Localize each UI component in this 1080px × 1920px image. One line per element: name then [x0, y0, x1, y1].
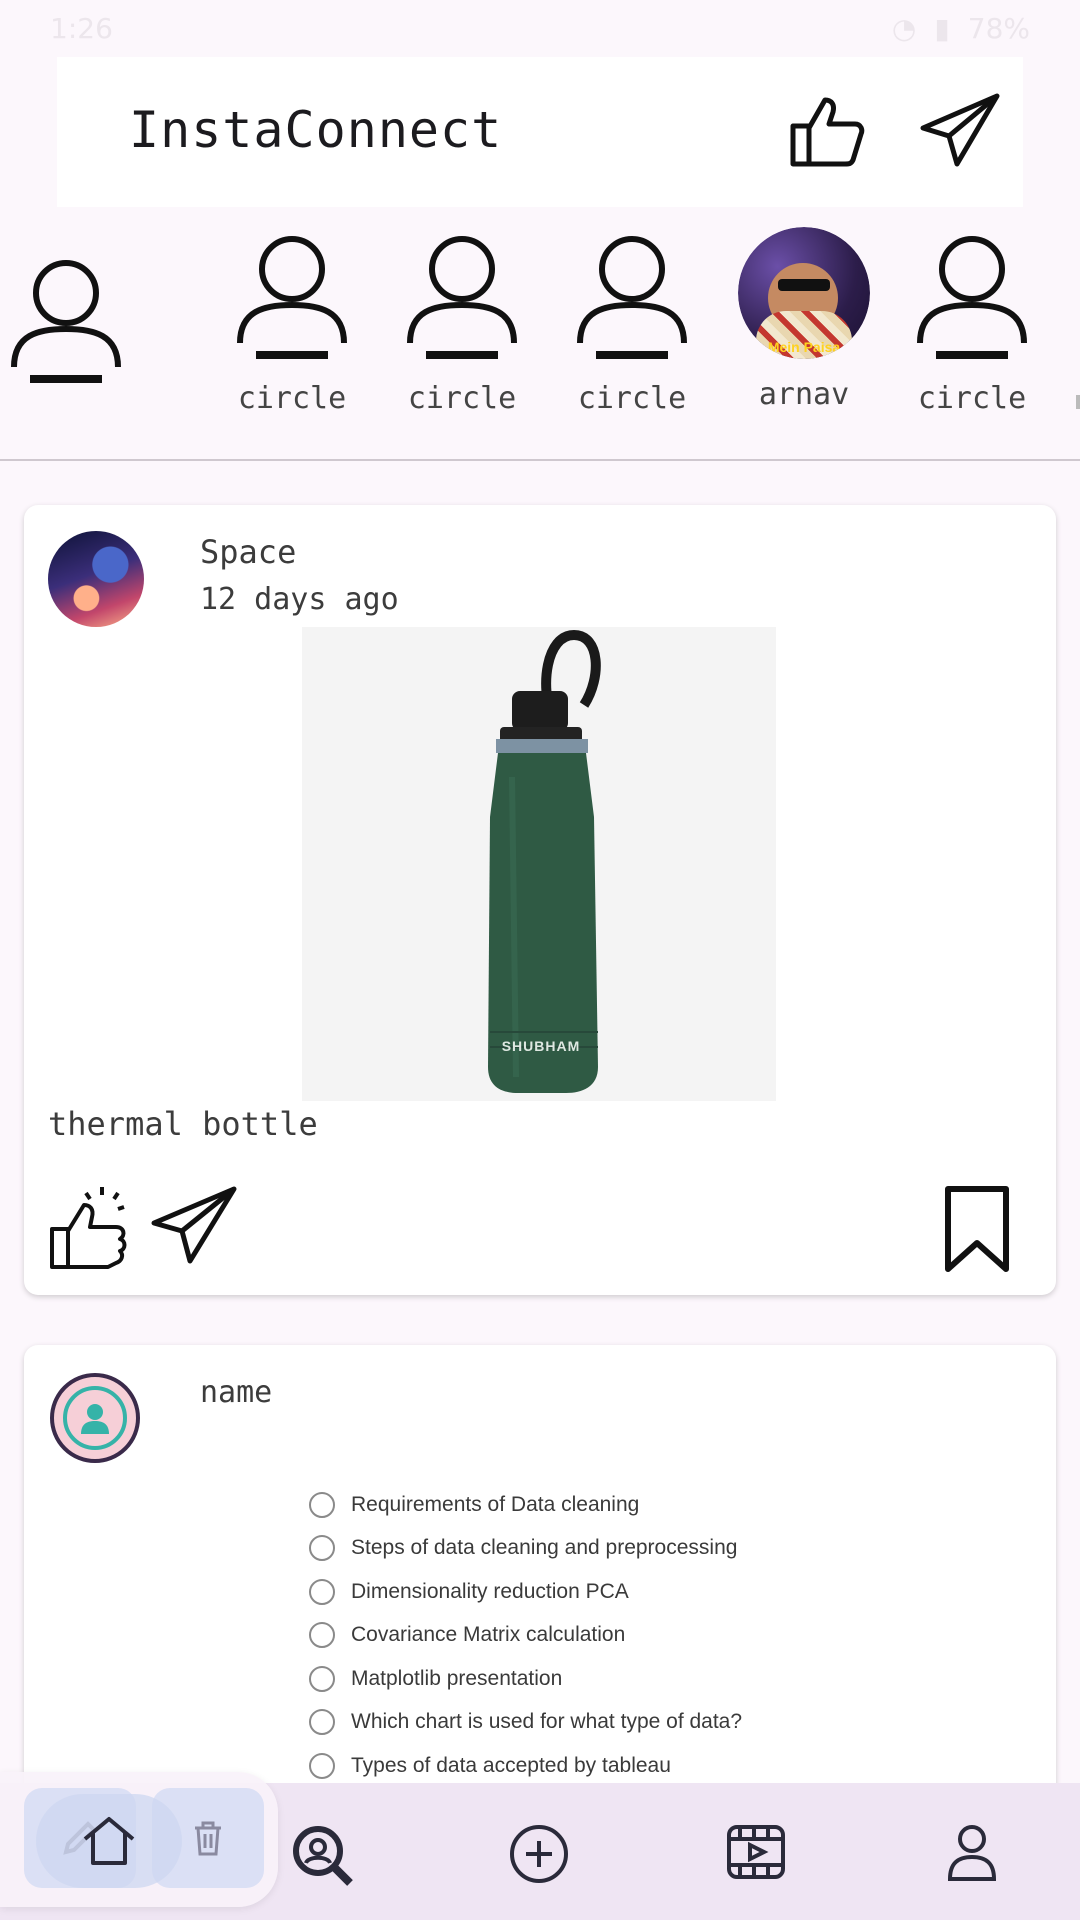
divider — [0, 459, 1080, 461]
story-item[interactable]: circle — [392, 227, 532, 416]
story-label: circle — [237, 381, 347, 416]
paper-plane-icon[interactable] — [919, 92, 1001, 174]
radio-circle — [309, 1535, 335, 1562]
story-label: circle — [407, 381, 517, 416]
bookmark-icon[interactable] — [944, 1185, 1010, 1277]
author-avatar[interactable] — [50, 1373, 140, 1463]
person-outline-icon — [407, 236, 517, 359]
person-outline-icon — [917, 236, 1027, 359]
post-image[interactable]: SHUBHAM — [302, 627, 776, 1101]
battery-level: 78% — [967, 11, 1030, 45]
post-time: 12 days ago — [200, 582, 399, 617]
add-icon[interactable] — [508, 1823, 570, 1889]
my-story[interactable] — [8, 251, 124, 391]
wifi-icon: ◔ — [891, 11, 917, 45]
floating-toolbar — [0, 1772, 278, 1907]
radio-circle — [309, 1578, 335, 1605]
share-icon[interactable] — [150, 1185, 238, 1269]
status-icons: ◔ ▮ 78% — [892, 12, 1030, 45]
checklist-item: Requirements of Data cleaning — [309, 1483, 742, 1527]
post-author[interactable]: name — [200, 1375, 272, 1410]
user-icon — [81, 1404, 109, 1434]
status-time: 1:26 — [50, 11, 113, 45]
thumbs-up-icon[interactable] — [789, 92, 867, 174]
story-label: circle — [917, 381, 1027, 416]
home-icon[interactable] — [36, 1794, 182, 1888]
like-icon[interactable] — [50, 1185, 130, 1275]
story-item-arnav[interactable]: Mein Paisa arnav — [734, 227, 874, 412]
story-photo: Mein Paisa — [738, 227, 870, 359]
radio-circle — [309, 1622, 335, 1649]
app-bar: InstaConnect — [57, 57, 1023, 207]
post-caption: thermal bottle — [48, 1105, 318, 1143]
checklist-item: Dimensionality reduction PCA — [309, 1570, 742, 1614]
person-outline-icon — [577, 236, 687, 359]
radio-circle — [309, 1665, 335, 1692]
person-outline-icon — [237, 236, 347, 359]
checklist-image: Requirements of Data cleaning Steps of d… — [309, 1483, 742, 1788]
battery-icon: ▮ — [934, 11, 950, 45]
checklist-item: Matplotlib presentation — [309, 1657, 742, 1701]
bottle-image: SHUBHAM — [302, 627, 776, 1101]
profile-icon[interactable] — [946, 1823, 998, 1887]
checklist-item: Types of data accepted by tableau — [309, 1744, 742, 1788]
story-photo-caption: Mein Paisa — [767, 339, 841, 355]
reels-icon[interactable] — [726, 1823, 786, 1885]
app-title: InstaConnect — [129, 101, 503, 159]
story-label: circle — [577, 381, 687, 416]
story-label: arnav — [758, 377, 850, 412]
status-bar: 1:26 ◔ ▮ 78% — [0, 0, 1080, 56]
checklist-item: Which chart is used for what type of dat… — [309, 1701, 742, 1745]
story-item[interactable]: circle — [222, 227, 362, 416]
stories-row: circle circle circle Mein Paisa arnav ci… — [0, 215, 1080, 455]
bottle-brand: SHUBHAM — [502, 1038, 581, 1054]
radio-circle — [309, 1709, 335, 1736]
search-icon[interactable] — [290, 1823, 356, 1893]
radio-circle — [309, 1752, 335, 1779]
story-item[interactable]: circle — [902, 227, 1042, 416]
author-avatar[interactable] — [48, 531, 144, 627]
checklist-item: Covariance Matrix calculation — [309, 1614, 742, 1658]
post-author[interactable]: Space — [200, 533, 296, 571]
radio-circle — [309, 1491, 335, 1518]
story-item[interactable]: circle — [562, 227, 702, 416]
scroll-indicator — [1076, 395, 1080, 409]
checklist-item: Steps of data cleaning and preprocessing — [309, 1527, 742, 1571]
post-card: Space 12 days ago SHUBHAM thermal bottle — [24, 505, 1056, 1295]
delete-icon — [195, 1821, 221, 1856]
